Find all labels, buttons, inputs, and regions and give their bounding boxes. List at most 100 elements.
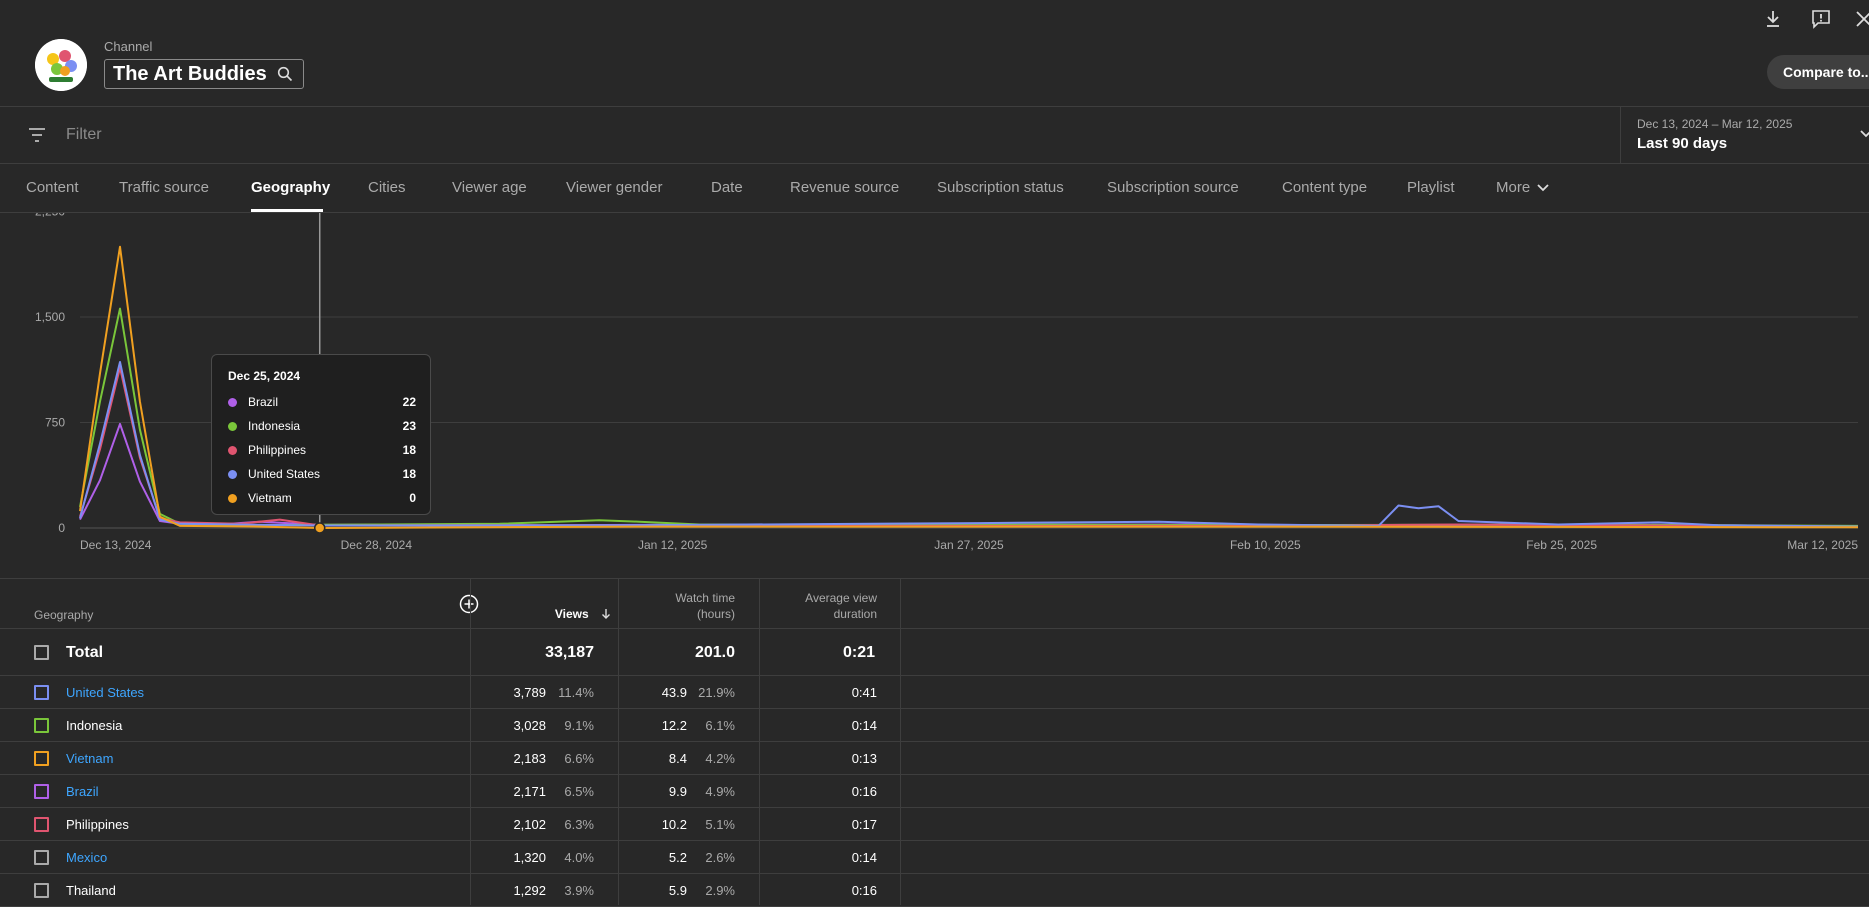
- country-name[interactable]: Mexico: [66, 850, 107, 865]
- row-checkbox[interactable]: [34, 883, 49, 898]
- views-percent: 6.5%: [564, 784, 594, 799]
- total-avd: 0:21: [842, 644, 875, 661]
- table-header: Geography Views Watch time (hours) Avera…: [0, 579, 1869, 629]
- watch-time-percent: 5.1%: [705, 817, 735, 832]
- tooltip-country: Philippines: [248, 443, 307, 457]
- avd-header-line2: duration: [833, 607, 877, 621]
- views-value: 3,789: [513, 685, 546, 700]
- row-checkbox[interactable]: [34, 718, 49, 733]
- channel-selector[interactable]: The Art Buddies: [104, 59, 304, 89]
- views-value: 2,183: [513, 751, 546, 766]
- total-watch-time: 201.0: [694, 644, 735, 661]
- watch-time-value: 5.9: [668, 883, 687, 898]
- feedback-icon[interactable]: [1810, 8, 1832, 30]
- views-percent: 6.3%: [564, 817, 594, 832]
- legend-dot-icon: [228, 470, 237, 479]
- filter-icon[interactable]: [28, 127, 46, 143]
- views-value: 2,102: [513, 817, 546, 832]
- tab-content[interactable]: Content: [26, 179, 79, 196]
- add-column-icon[interactable]: [459, 594, 479, 614]
- download-icon[interactable]: [1762, 8, 1784, 30]
- close-icon[interactable]: [1853, 8, 1869, 30]
- watch-time-header[interactable]: Watch time (hours): [620, 590, 735, 622]
- watch-time-percent: 2.6%: [705, 850, 735, 865]
- watch-time-value: 10.2: [661, 817, 687, 832]
- legend-dot-icon: [228, 398, 237, 407]
- views-percent: 3.9%: [564, 883, 594, 898]
- views-percent: 6.6%: [564, 751, 594, 766]
- avd-value: 0:14: [851, 718, 877, 733]
- tooltip-value: 18: [402, 443, 416, 457]
- legend-dot-icon: [228, 422, 237, 431]
- tab-more-label: More: [1496, 179, 1531, 196]
- tab-subscription-source[interactable]: Subscription source: [1107, 179, 1239, 196]
- watch-time-header-line2: (hours): [696, 607, 735, 621]
- row-checkbox[interactable]: [34, 685, 49, 700]
- row-checkbox[interactable]: [34, 850, 49, 865]
- watch-time-percent: 4.2%: [705, 751, 735, 766]
- tooltip-country: Vietnam: [248, 491, 292, 505]
- tooltip-row: Indonesia 23: [228, 419, 416, 435]
- geography-header[interactable]: Geography: [34, 607, 93, 623]
- country-name[interactable]: United States: [66, 685, 144, 700]
- country-name[interactable]: Vietnam: [66, 751, 113, 766]
- tab-viewer-gender[interactable]: Viewer gender: [566, 179, 662, 196]
- sort-down-icon: [602, 609, 610, 619]
- column-divider: [900, 579, 901, 905]
- tab-date[interactable]: Date: [711, 179, 743, 196]
- active-tab-indicator: [251, 209, 323, 212]
- tab-traffic-source[interactable]: Traffic source: [119, 179, 209, 196]
- chart-tooltip: Dec 25, 2024 Brazil 22 Indonesia 23 Philippi…: [211, 354, 431, 515]
- tooltip-date: Dec 25, 2024: [228, 369, 301, 383]
- date-range-selector[interactable]: Dec 13, 2024 – Mar 12, 2025 Last 90 days: [1620, 107, 1869, 164]
- total-checkbox[interactable]: [34, 645, 49, 660]
- channel-name: The Art Buddies: [113, 62, 267, 85]
- tab-subscription-status[interactable]: Subscription status: [937, 179, 1064, 196]
- watch-time-value: 43.9: [661, 685, 687, 700]
- watch-time-percent: 6.1%: [705, 718, 735, 733]
- tooltip-country: Indonesia: [248, 419, 301, 433]
- x-tick-label: Jan 27, 2025: [934, 538, 1004, 552]
- country-name[interactable]: Brazil: [66, 784, 99, 799]
- watch-time-percent: 2.9%: [705, 883, 735, 898]
- table-row: Thailand 1,292 3.9% 5.9 2.9% 0:16: [0, 874, 1869, 907]
- tooltip-value: 22: [402, 395, 416, 409]
- row-checkbox[interactable]: [34, 817, 49, 832]
- tab-content-type[interactable]: Content type: [1282, 179, 1367, 196]
- compare-button[interactable]: Compare to...: [1767, 55, 1869, 89]
- views-value: 1,292: [513, 883, 546, 898]
- watch-time-percent: 4.9%: [705, 784, 735, 799]
- table-row: Mexico 1,320 4.0% 5.2 2.6% 0:14: [0, 841, 1869, 874]
- avd-header[interactable]: Average view duration: [770, 590, 877, 622]
- y-tick-label: 0: [58, 521, 65, 535]
- filter-input[interactable]: Filter: [66, 126, 102, 144]
- tooltip-value: 18: [402, 467, 416, 481]
- table-row: Philippines 2,102 6.3% 10.2 5.1% 0:17: [0, 808, 1869, 841]
- tab-cities[interactable]: Cities: [368, 179, 406, 196]
- dimension-tabs: Content Traffic source Geography Cities …: [0, 164, 1869, 213]
- tab-more[interactable]: More: [1496, 179, 1550, 196]
- row-checkbox[interactable]: [34, 751, 49, 766]
- tab-revenue-source[interactable]: Revenue source: [790, 179, 899, 196]
- table-total-row: Total 33,187 201.0 0:21: [0, 629, 1869, 676]
- channel-logo-icon: [35, 39, 87, 91]
- column-divider: [759, 579, 760, 905]
- views-header[interactable]: Views: [520, 606, 612, 622]
- y-tick-label: 1,500: [35, 310, 65, 324]
- date-range-text: Dec 13, 2024 – Mar 12, 2025: [1637, 117, 1793, 131]
- watch-time-header-line1: Watch time: [675, 591, 735, 605]
- channel-label: Channel: [104, 39, 153, 54]
- search-icon: [277, 66, 292, 82]
- column-divider: [618, 579, 619, 905]
- watch-time-value: 9.9: [668, 784, 687, 799]
- y-tick-label: 2,250: [35, 213, 65, 219]
- tab-geography[interactable]: Geography: [251, 179, 330, 196]
- date-preset-text: Last 90 days: [1637, 135, 1728, 152]
- channel-avatar[interactable]: [35, 39, 87, 91]
- x-tick-label: Jan 12, 2025: [638, 538, 708, 552]
- tab-viewer-age[interactable]: Viewer age: [452, 179, 527, 196]
- row-checkbox[interactable]: [34, 784, 49, 799]
- watch-time-value: 12.2: [661, 718, 687, 733]
- x-tick-label: Dec 28, 2024: [341, 538, 413, 552]
- tab-playlist[interactable]: Playlist: [1407, 179, 1455, 196]
